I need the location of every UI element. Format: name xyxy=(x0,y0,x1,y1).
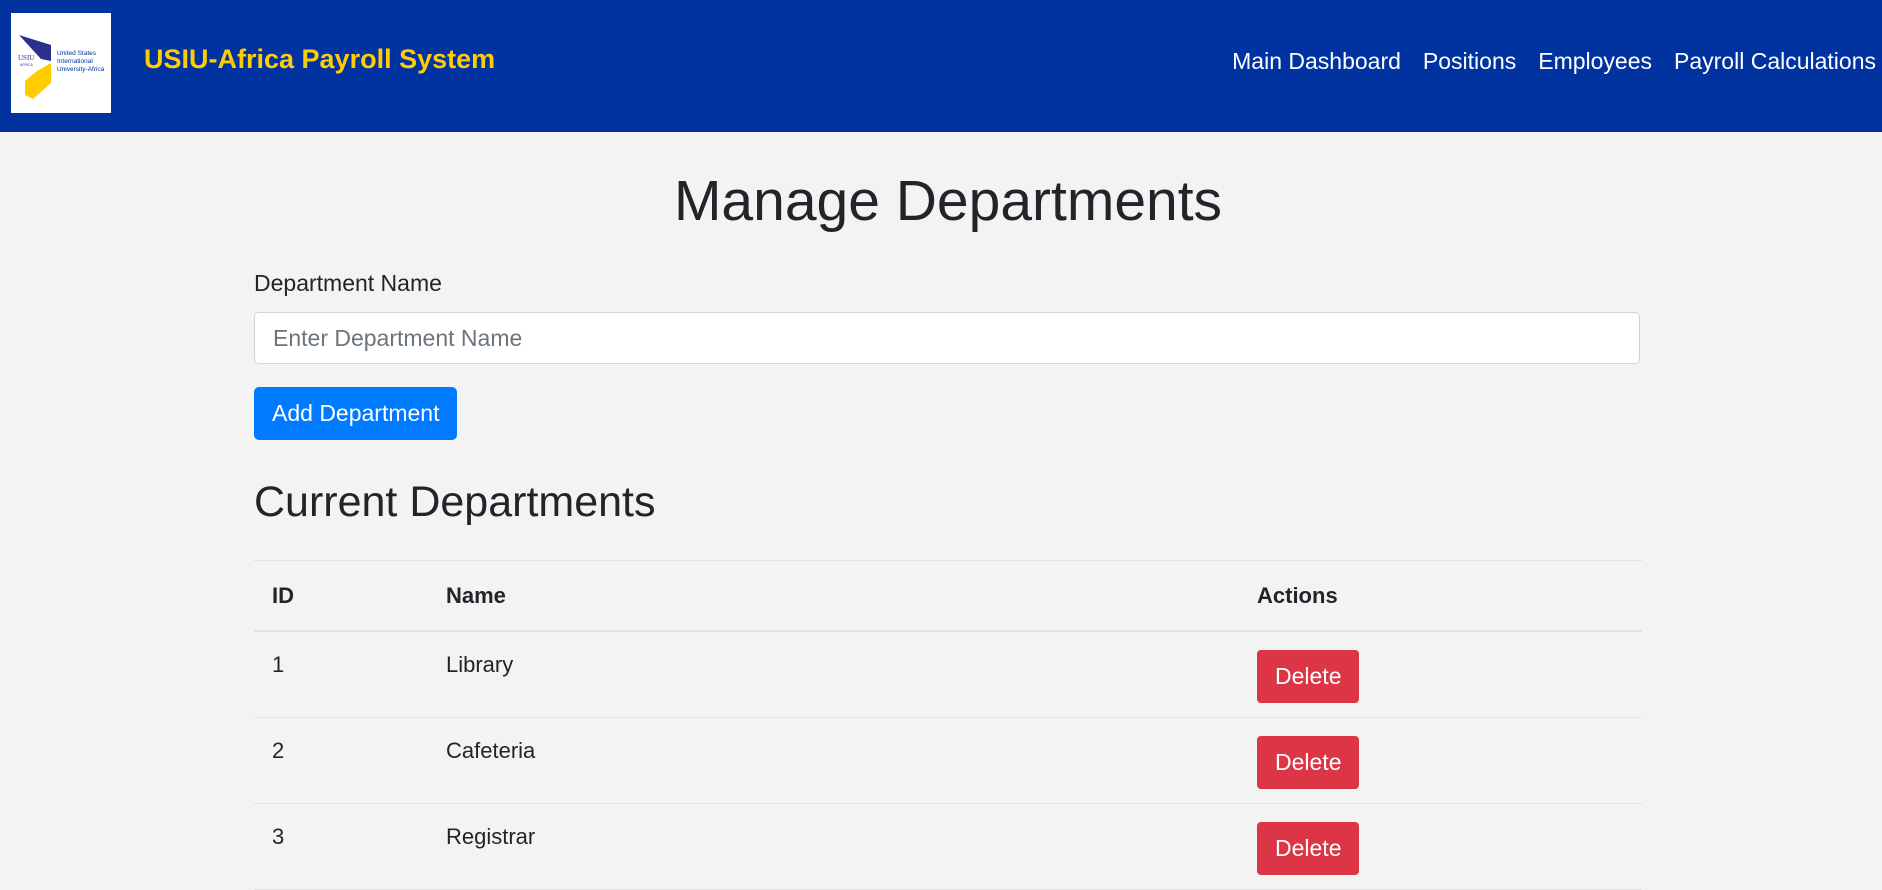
row-name: Library xyxy=(428,631,1239,718)
column-header-id: ID xyxy=(254,560,428,632)
row-actions: Delete xyxy=(1239,631,1642,718)
table-header-row: ID Name Actions xyxy=(254,560,1642,632)
row-actions: Delete xyxy=(1239,717,1642,804)
nav-positions[interactable]: Positions xyxy=(1423,48,1516,75)
nav-main-dashboard[interactable]: Main Dashboard xyxy=(1232,48,1401,75)
column-header-actions: Actions xyxy=(1239,560,1642,632)
delete-button[interactable]: Delete xyxy=(1257,650,1360,703)
table-row: 3 Registrar Delete xyxy=(254,803,1642,890)
department-name-input[interactable] xyxy=(254,312,1640,364)
page-title: Manage Departments xyxy=(673,169,1223,233)
add-department-button[interactable]: Add Department xyxy=(254,387,458,440)
logo-mark-sub: AFRICA xyxy=(20,63,33,67)
logo-mark: USIU xyxy=(18,54,35,62)
main-nav: Main Dashboard Positions Employees Payro… xyxy=(1210,48,1876,75)
table-row: 2 Cafeteria Delete xyxy=(254,717,1642,804)
row-name: Cafeteria xyxy=(428,717,1239,804)
row-name: Registrar xyxy=(428,803,1239,890)
delete-button[interactable]: Delete xyxy=(1257,735,1360,789)
current-departments-title: Current Departments xyxy=(254,478,656,526)
departments-table: ID Name Actions 1 Library Delete 2 Cafet… xyxy=(254,560,1642,890)
delete-button[interactable]: Delete xyxy=(1257,821,1360,875)
nav-payroll-calculations[interactable]: Payroll Calculations xyxy=(1674,48,1876,75)
table-row: 1 Library Delete xyxy=(254,631,1642,718)
row-id: 2 xyxy=(254,717,428,804)
column-header-name: Name xyxy=(428,560,1239,632)
department-name-label: Department Name xyxy=(254,270,442,296)
top-navbar: United States International University-A… xyxy=(0,0,1882,132)
logo-line-3: University-Africa xyxy=(57,66,105,73)
logo-line-2: International xyxy=(57,58,93,65)
row-id: 3 xyxy=(254,803,428,890)
nav-employees[interactable]: Employees xyxy=(1538,48,1652,75)
row-actions: Delete xyxy=(1239,803,1642,890)
logo-line-1: United States xyxy=(57,50,97,57)
logo-text: United States International University-A… xyxy=(57,50,111,74)
usiu-logo[interactable]: United States International University-A… xyxy=(11,13,111,113)
brand-title[interactable]: USIU-Africa Payroll System xyxy=(144,44,495,75)
row-id: 1 xyxy=(254,631,428,718)
